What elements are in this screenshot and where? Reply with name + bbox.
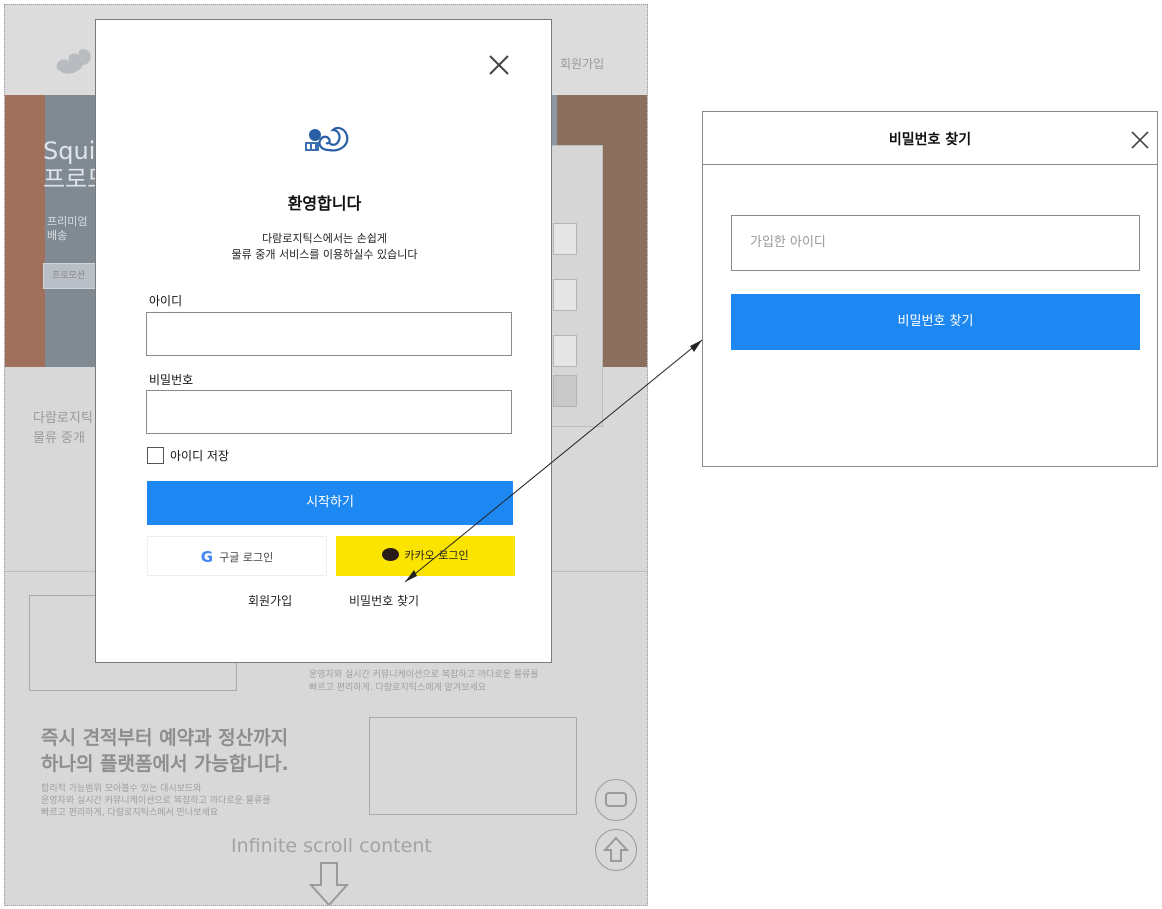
scroll-top-button — [595, 829, 637, 871]
background-form-field — [553, 223, 577, 255]
arrow-down-icon — [309, 862, 349, 905]
start-button[interactable]: 시작하기 — [147, 481, 513, 525]
google-icon: G — [200, 548, 214, 566]
background-form-field — [553, 335, 577, 367]
find-password-header: 비밀번호 찾기 — [703, 112, 1157, 165]
find-password-link[interactable]: 비밀번호 찾기 — [349, 592, 419, 609]
remember-id-label: 아이디 저장 — [170, 449, 230, 463]
chat-floating-button — [595, 779, 637, 821]
login-modal: 환영합니다 다람로지틱스에서는 손쉽게 물류 중개 서비스를 이용하실수 있습니… — [95, 19, 552, 663]
find-password-panel: 비밀번호 찾기 가입한 아이디 비밀번호 찾기 — [702, 111, 1158, 467]
close-icon[interactable] — [1131, 131, 1149, 149]
arrow-up-icon — [602, 836, 630, 862]
hero-subtitle: 프리미엄 배송 — [47, 215, 88, 242]
registered-id-input[interactable]: 가입한 아이디 — [731, 215, 1140, 271]
chat-icon — [605, 792, 627, 807]
background-placeholder-box — [369, 717, 577, 815]
header-signup-link: 회원가입 — [560, 57, 605, 71]
google-login-button[interactable]: G 구글 로그인 — [147, 536, 327, 576]
welcome-description: 다람로지틱스에서는 손쉽게 물류 중개 서비스를 이용하실수 있습니다 — [231, 232, 418, 261]
find-password-button[interactable]: 비밀번호 찾기 — [731, 294, 1140, 350]
background-form-field — [553, 279, 577, 311]
remember-id-checkbox[interactable] — [147, 447, 164, 464]
id-label: 아이디 — [149, 294, 183, 308]
kakao-login-label: 카카오 로그인 — [404, 549, 469, 562]
infinite-scroll-label: Infinite scroll content — [231, 835, 432, 857]
background-heading: 즉시 견적부터 예약과 정산까지 하나의 플랫폼에서 가능합니다. — [41, 727, 289, 775]
welcome-title: 환영합니다 — [287, 194, 362, 213]
kakao-chat-icon — [382, 548, 400, 561]
background-small-text: 운영자와 실시간 커뮤니케이션으로 복잡하고 까다로운 물류를 빠르고 편리하게… — [309, 670, 539, 693]
close-icon[interactable] — [486, 52, 512, 78]
background-intro-text: 다람로지틱 물류 중개 — [33, 411, 93, 446]
background-small-text: 합리적 가능범위 모아볼수 있는 대시보드와 운영자와 실시간 커뮤니케이션으로… — [41, 784, 271, 818]
google-login-label: 구글 로그인 — [219, 551, 274, 564]
find-password-title: 비밀번호 찾기 — [888, 132, 972, 148]
hero-image-strip — [5, 95, 45, 367]
kakao-login-button[interactable]: 카카오 로그인 — [336, 536, 515, 576]
id-input[interactable] — [146, 312, 512, 356]
signup-link[interactable]: 회원가입 — [248, 592, 292, 609]
squirrel-logo-icon — [305, 126, 349, 152]
password-label: 비밀번호 — [149, 373, 194, 387]
background-form-button — [553, 375, 577, 407]
password-input[interactable] — [146, 390, 512, 434]
squirrel-logo-icon — [56, 49, 91, 74]
